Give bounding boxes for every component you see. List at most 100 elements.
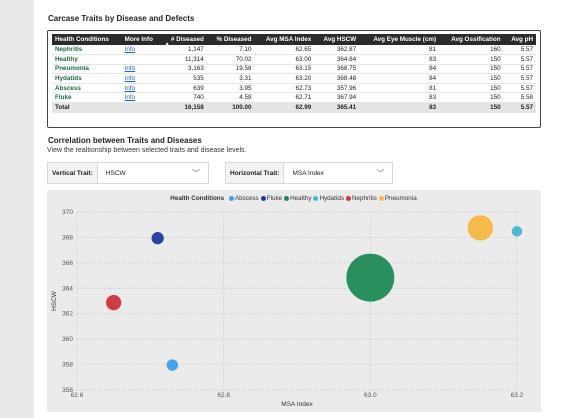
y-axis-label: HSCW <box>51 290 58 311</box>
header-more-info[interactable]: More Info <box>121 34 162 45</box>
cell-condition[interactable]: Pneumonia <box>52 64 122 75</box>
cell-hscw: 364.84 <box>314 54 360 65</box>
x-tick-label: 62.8 <box>217 392 230 399</box>
bubble-healthy[interactable] <box>346 253 395 302</box>
info-link[interactable]: Info <box>125 94 136 101</box>
cell-diseased: 11,314 <box>161 54 207 65</box>
bubble-fluke[interactable] <box>151 232 164 245</box>
header-avg-ph[interactable]: Avg pH <box>503 34 536 45</box>
carcase-traits-table: Health Conditions More Info # Diseased ▲… <box>52 34 536 113</box>
horizontal-trait-control: Horizontal Trait: MSA Index ﹀ <box>225 162 394 184</box>
cell-hscw: 368.48 <box>314 73 360 84</box>
cell-ph: 5.57 <box>503 45 536 56</box>
total-diseased: 16,158 <box>161 102 207 113</box>
table-row: Abscess Info 639 3.95 62.73 357.96 81 150 5.57 <box>52 83 536 94</box>
cell-hscw: 357.96 <box>314 83 360 94</box>
cell-condition[interactable]: Abscess <box>52 83 122 94</box>
cell-msa: 63.15 <box>254 64 315 75</box>
cell-diseased: 639 <box>161 83 207 94</box>
correlation-subtitle: View the realtionship between selected t… <box>47 147 247 154</box>
info-link[interactable]: Info <box>125 65 136 72</box>
cell-hscw: 367.94 <box>314 92 360 104</box>
cell-diseased: 740 <box>161 92 207 104</box>
vertical-trait-value: HSCW <box>105 169 126 177</box>
trait-controls: Vertical Trait: HSCW ﹀ Horizontal Trait:… <box>47 162 541 184</box>
total-label: Total <box>52 102 122 113</box>
cell-oss: 150 <box>439 64 504 75</box>
info-link[interactable]: Info <box>125 85 136 92</box>
vertical-trait-label: Vertical Trait: <box>47 162 97 184</box>
cell-info <box>121 54 162 65</box>
horizontal-trait-select[interactable]: MSA Index ﹀ <box>283 162 394 184</box>
total-eye: 83 <box>359 102 440 113</box>
x-tick-label: 63.0 <box>364 392 377 399</box>
cell-msa: 62.71 <box>254 92 315 104</box>
total-msa: 62.99 <box>254 102 315 113</box>
y-tick-label: 362 <box>62 311 73 318</box>
header-diseased-count[interactable]: # Diseased ▲ <box>161 34 207 47</box>
cell-eye: 81 <box>359 83 440 94</box>
header-avg-eye-muscle[interactable]: Avg Eye Muscle (cm) <box>359 34 440 45</box>
bubble-hydatids[interactable] <box>511 226 523 237</box>
cell-ph: 5.58 <box>503 92 536 104</box>
cell-pct: 70.02 <box>206 54 255 65</box>
header-avg-hscw[interactable]: Avg HSCW <box>314 34 360 45</box>
x-tick-label: 63.2 <box>511 392 524 399</box>
horizontal-trait-value: MSA Index <box>292 169 324 177</box>
header-avg-ossification[interactable]: Avg Ossification <box>439 34 504 45</box>
info-link[interactable]: Info <box>125 46 136 53</box>
cell-diseased: 535 <box>161 73 207 84</box>
bubble-abscess[interactable] <box>166 359 179 371</box>
header-pct-diseased[interactable]: % Diseased <box>206 34 255 45</box>
y-tick-label: 364 <box>62 285 73 292</box>
cell-msa: 62.73 <box>254 83 315 94</box>
cell-info: Info <box>121 64 162 75</box>
cell-pct: 19.58 <box>206 64 255 75</box>
cell-pct: 3.31 <box>206 73 255 84</box>
table-row: Healthy 11,314 70.02 63.00 364.84 83 150 5.57 <box>52 54 536 65</box>
cell-condition[interactable]: Fluke <box>52 92 122 104</box>
bubble-pneumonia[interactable] <box>467 215 494 241</box>
cell-oss: 150 <box>439 73 504 84</box>
cell-eye: 84 <box>359 64 440 75</box>
cell-ph: 5.57 <box>503 64 536 75</box>
cell-info: Info <box>121 73 162 84</box>
table-total-row: Total 16,158 100.00 62.99 365.41 83 150 5.57 <box>52 102 536 113</box>
cell-info: Info <box>121 83 162 94</box>
table-row: Pneumonia Info 3,163 19.58 63.15 368.75 84 150 5… <box>52 64 536 75</box>
x-tick-label: 62.6 <box>71 392 84 399</box>
vertical-trait-select[interactable]: HSCW ﹀ <box>96 162 209 184</box>
table-row: Nephritis Info 1,147 7.10 62.65 362.87 81 160 5.… <box>52 45 536 56</box>
cell-pct: 3.95 <box>206 83 255 94</box>
cell-msa: 62.65 <box>254 45 315 56</box>
cell-condition[interactable]: Nephritis <box>52 45 122 56</box>
cell-msa: 63.20 <box>254 73 315 84</box>
total-oss: 150 <box>439 102 504 113</box>
chart-plot-area: 35635836036236436636837062.6 62.8 63.0 63.2… <box>51 209 524 408</box>
cell-ph: 5.57 <box>503 73 536 84</box>
info-link[interactable]: Info <box>125 75 136 82</box>
cell-oss: 160 <box>439 45 504 56</box>
header-diseased-label: # Diseased <box>170 36 204 43</box>
bubble-nephritis[interactable] <box>106 295 122 311</box>
cell-hscw: 368.75 <box>314 64 360 75</box>
y-tick-label: 370 <box>62 209 73 216</box>
header-avg-msa[interactable]: Avg MSA Index <box>254 34 315 45</box>
table-container: Health Conditions More Info # Diseased ▲… <box>47 30 541 128</box>
cell-condition[interactable]: Healthy <box>52 54 122 65</box>
chevron-down-icon: ﹀ <box>191 168 200 178</box>
cell-hscw: 362.87 <box>314 45 360 56</box>
cell-pct: 4.58 <box>206 92 255 104</box>
table-header-row: Health Conditions More Info # Diseased ▲… <box>52 34 536 47</box>
cell-condition[interactable]: Hydatids <box>52 73 122 84</box>
total-empty <box>121 102 162 113</box>
y-tick-label: 358 <box>62 362 73 369</box>
cell-info: Info <box>121 45 162 56</box>
cell-ph: 5.57 <box>503 54 536 65</box>
total-hscw: 365.41 <box>314 102 360 113</box>
total-pct: 100.00 <box>206 102 255 113</box>
y-tick-label: 368 <box>62 234 73 241</box>
cell-ph: 5.57 <box>503 83 536 94</box>
cell-eye: 83 <box>359 54 440 65</box>
header-health-conditions[interactable]: Health Conditions <box>52 34 122 45</box>
